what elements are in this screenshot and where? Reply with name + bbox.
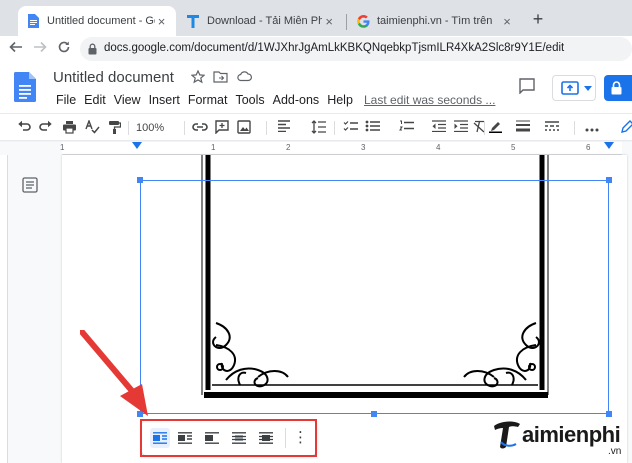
toolbar-divider xyxy=(484,121,485,135)
chevron-down-icon xyxy=(584,86,592,91)
menu-format[interactable]: Format xyxy=(184,92,232,108)
resize-handle-bottom-middle[interactable] xyxy=(371,411,377,417)
watermark-suffix: .vn xyxy=(608,446,622,457)
editing-mode-icon[interactable] xyxy=(620,120,632,136)
toolbar-divider xyxy=(184,121,185,135)
move-folder-icon[interactable] xyxy=(212,70,228,86)
google-docs-logo-icon[interactable] xyxy=(14,72,36,102)
menu-tools[interactable]: Tools xyxy=(231,92,268,108)
menu-bar: File Edit View Insert Format Tools Add-o… xyxy=(52,92,357,108)
menu-view[interactable]: View xyxy=(110,92,145,108)
menu-insert[interactable]: Insert xyxy=(145,92,184,108)
add-comment-icon[interactable] xyxy=(214,120,230,136)
increase-indent-icon[interactable] xyxy=(452,120,468,136)
resize-handle-bottom-right[interactable] xyxy=(606,411,612,417)
close-tab-icon[interactable]: × xyxy=(322,14,336,29)
red-arrow-annotation xyxy=(80,330,148,416)
omnibox[interactable]: docs.google.com/document/d/1WJXhrJgAmLkK… xyxy=(80,37,632,61)
close-tab-icon[interactable]: × xyxy=(155,14,168,29)
last-edit-link[interactable]: Last edit was seconds ... xyxy=(364,93,495,107)
toolbar-divider xyxy=(334,121,335,135)
browser-tab-strip: Untitled document - Google × Download - … xyxy=(0,0,632,36)
left-indent-marker-icon[interactable] xyxy=(132,142,142,149)
insert-image-icon[interactable] xyxy=(236,120,252,136)
numbered-list-icon[interactable] xyxy=(398,120,414,136)
tab-title: Download - Tải Miễn Phí VN xyxy=(207,15,323,27)
watermark-brand: aimienphi xyxy=(522,422,621,447)
more-options-icon[interactable] xyxy=(584,120,600,136)
ruler-number: 6 xyxy=(586,143,591,152)
taimienphi-t-icon xyxy=(186,14,200,28)
url-text: docs.google.com/document/d/1WJXhrJgAmLkK… xyxy=(104,42,565,54)
cloud-saved-icon[interactable] xyxy=(236,70,252,86)
resize-handle-top-right[interactable] xyxy=(606,177,612,183)
border-weight-icon[interactable] xyxy=(516,120,530,136)
document-outline-icon[interactable] xyxy=(22,177,38,193)
address-bar-row: docs.google.com/document/d/1WJXhrJgAmLkK… xyxy=(0,36,632,62)
checklist-icon[interactable] xyxy=(342,120,358,136)
tab-title: taimienphi.vn - Tìm trên Goo xyxy=(377,15,495,27)
vertical-ruler xyxy=(0,155,8,463)
lock-icon xyxy=(88,43,97,55)
google-g-icon xyxy=(356,14,370,28)
redo-icon[interactable] xyxy=(38,120,54,136)
toolbar-divider xyxy=(266,121,267,135)
ruler-number: 5 xyxy=(511,143,516,152)
tab-untitled-document[interactable]: Untitled document - Google × xyxy=(18,6,176,36)
taimienphi-logo-icon xyxy=(494,421,520,449)
image-selection-box[interactable] xyxy=(140,180,609,414)
menu-file[interactable]: File xyxy=(52,92,80,108)
menu-addons[interactable]: Add-ons xyxy=(269,92,324,108)
zoom-select[interactable]: 100% xyxy=(136,120,164,136)
formatting-toolbar: 100% xyxy=(0,113,632,244)
new-tab-button[interactable]: + xyxy=(528,10,548,28)
present-button[interactable] xyxy=(552,75,596,101)
tab-taimienphi-search[interactable]: taimienphi.vn - Tìm trên Goo × xyxy=(348,6,522,36)
back-arrow-icon[interactable] xyxy=(6,40,26,58)
decrease-indent-icon[interactable] xyxy=(430,120,446,136)
menu-help[interactable]: Help xyxy=(323,92,357,108)
lock-icon xyxy=(611,81,622,95)
print-icon[interactable] xyxy=(61,120,77,136)
comment-history-icon[interactable] xyxy=(518,78,536,94)
ruler-number: 4 xyxy=(436,143,441,152)
line-spacing-icon[interactable] xyxy=(310,120,328,136)
docs-header: Untitled document File Edit View Insert … xyxy=(0,62,632,113)
border-dash-icon[interactable] xyxy=(545,120,559,136)
ruler-track xyxy=(62,142,622,155)
google-docs-icon xyxy=(26,14,40,28)
share-button[interactable] xyxy=(604,75,632,101)
ruler-number: 1 xyxy=(60,143,65,152)
bulleted-list-icon[interactable] xyxy=(364,120,380,136)
toolbar-divider xyxy=(574,121,575,135)
tab-divider xyxy=(346,14,347,30)
ruler-number: 3 xyxy=(361,143,366,152)
resize-handle-top-left[interactable] xyxy=(137,177,143,183)
spellcheck-icon[interactable] xyxy=(84,119,100,136)
star-icon[interactable] xyxy=(190,69,206,86)
toolbar-divider xyxy=(128,121,129,135)
close-tab-icon[interactable]: × xyxy=(500,14,514,29)
link-icon[interactable] xyxy=(192,120,208,136)
forward-arrow-icon[interactable] xyxy=(30,40,50,58)
paint-format-icon[interactable] xyxy=(106,120,122,136)
right-indent-marker-icon[interactable] xyxy=(604,142,614,149)
present-icon xyxy=(561,81,579,95)
align-left-icon[interactable] xyxy=(276,120,292,136)
ruler-number: 2 xyxy=(286,143,291,152)
tab-download[interactable]: Download - Tải Miễn Phí VN × xyxy=(178,6,344,36)
reload-icon[interactable] xyxy=(54,40,74,58)
highlight-box xyxy=(140,419,317,457)
undo-icon[interactable] xyxy=(16,120,32,136)
border-color-icon[interactable] xyxy=(488,120,502,136)
document-title[interactable]: Untitled document xyxy=(53,69,174,86)
menu-edit[interactable]: Edit xyxy=(80,92,110,108)
horizontal-ruler: 1 1 2 3 4 5 6 xyxy=(0,142,632,155)
tab-title: Untitled document - Google xyxy=(47,15,155,27)
ruler-number: 1 xyxy=(211,143,216,152)
